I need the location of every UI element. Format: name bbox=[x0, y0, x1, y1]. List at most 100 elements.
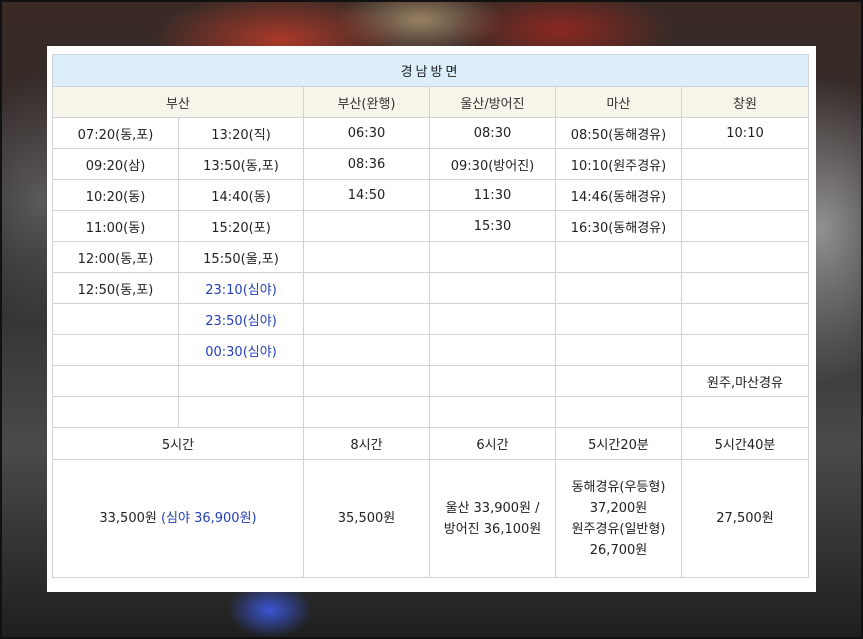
masan-time-cell bbox=[555, 365, 682, 397]
ulsan-time-cell bbox=[429, 365, 556, 397]
masan-fare-standard: 26,700원 bbox=[589, 542, 648, 558]
bus-timetable: 경남방면 부산 부산(완행) 울산/방어진 마산 창원 07:20(동,포) 1… bbox=[52, 54, 809, 578]
masan-time-cell: 10:10(원주경유) bbox=[555, 148, 682, 180]
column-header-row: 부산 부산(완행) 울산/방어진 마산 창원 bbox=[52, 86, 809, 118]
busan-local-time-cell bbox=[303, 334, 430, 366]
schedule-card: 경남방면 부산 부산(완행) 울산/방어진 마산 창원 07:20(동,포) 1… bbox=[47, 46, 816, 592]
changwon-time-cell bbox=[681, 272, 809, 304]
busan-night-time-cell: 23:10(심야) bbox=[178, 272, 304, 304]
ulsan-fare: 울산 33,900원 / bbox=[445, 500, 540, 516]
busan-time-cell: 13:20(직) bbox=[178, 117, 304, 149]
ulsan-time-cell bbox=[429, 334, 556, 366]
changwon-time-cell bbox=[681, 334, 809, 366]
fare-row: 33,500원 (심야 36,900원) 35,500원 울산 33,900원 … bbox=[52, 459, 809, 578]
busan-local-time-cell bbox=[303, 241, 430, 273]
changwon-time-cell bbox=[681, 210, 809, 242]
busan-local-duration: 8시간 bbox=[303, 427, 430, 460]
ulsan-time-cell bbox=[429, 396, 556, 428]
busan-time-cell: 12:00(동,포) bbox=[52, 241, 179, 273]
ulsan-time-cell: 11:30 bbox=[429, 179, 556, 211]
ulsan-fare-cell: 울산 33,900원 / 방어진 36,100원 bbox=[429, 459, 556, 578]
table-row: 09:20(삼) 13:50(동,포) 08:36 09:30(방어진) 10:… bbox=[52, 148, 809, 180]
busan-night-time-cell: 23:50(심야) bbox=[178, 303, 304, 335]
table-row: 11:00(동) 15:20(포) 15:30 16:30(동해경유) bbox=[52, 210, 809, 242]
masan-time-cell: 08:50(동해경유) bbox=[555, 117, 682, 149]
masan-fare-premium: 37,200원 bbox=[589, 500, 648, 516]
ulsan-duration: 6시간 bbox=[429, 427, 556, 460]
busan-fare-cell: 33,500원 (심야 36,900원) bbox=[52, 459, 304, 578]
masan-duration: 5시간20분 bbox=[555, 427, 682, 460]
changwon-time-cell bbox=[681, 396, 809, 428]
changwon-time-cell bbox=[681, 148, 809, 180]
busan-fare: 33,500원 bbox=[99, 511, 157, 526]
changwon-time-cell bbox=[681, 303, 809, 335]
header-busan-local: 부산(완행) bbox=[303, 86, 430, 118]
busan-time-cell bbox=[178, 365, 304, 397]
busan-local-time-cell bbox=[303, 303, 430, 335]
changwon-note-cell: 원주,마산경유 bbox=[681, 365, 809, 397]
bangeojin-fare: 방어진 36,100원 bbox=[443, 521, 542, 537]
masan-fare-cell: 동해경유(우등형) 37,200원 원주경유(일반형) 26,700원 bbox=[555, 459, 682, 578]
masan-time-cell bbox=[555, 272, 682, 304]
busan-local-fare: 35,500원 bbox=[303, 459, 430, 578]
timetable-title: 경남방면 bbox=[52, 54, 809, 87]
busan-local-time-cell: 06:30 bbox=[303, 117, 430, 149]
table-row: 10:20(동) 14:40(동) 14:50 11:30 14:46(동해경유… bbox=[52, 179, 809, 211]
masan-time-cell bbox=[555, 396, 682, 428]
busan-local-time-cell: 08:36 bbox=[303, 148, 430, 180]
busan-night-fare: (심야 36,900원) bbox=[160, 511, 257, 526]
changwon-time-cell: 10:10 bbox=[681, 117, 809, 149]
header-busan: 부산 bbox=[52, 86, 304, 118]
table-row: 원주,마산경유 bbox=[52, 365, 809, 397]
header-ulsan: 울산/방어진 bbox=[429, 86, 556, 118]
busan-night-time-cell: 00:30(심야) bbox=[178, 334, 304, 366]
busan-time-cell: 10:20(동) bbox=[52, 179, 179, 211]
busan-local-time-cell bbox=[303, 396, 430, 428]
masan-fare-label-standard: 원주경유(일반형) bbox=[571, 521, 666, 537]
busan-time-cell: 09:20(삼) bbox=[52, 148, 179, 180]
table-row: 12:50(동,포) 23:10(심야) bbox=[52, 272, 809, 304]
busan-local-time-cell bbox=[303, 365, 430, 397]
busan-time-cell: 07:20(동,포) bbox=[52, 117, 179, 149]
busan-local-time-cell bbox=[303, 272, 430, 304]
busan-time-cell bbox=[178, 396, 304, 428]
table-row: 00:30(심야) bbox=[52, 334, 809, 366]
busan-local-time-cell bbox=[303, 210, 430, 242]
masan-time-cell bbox=[555, 303, 682, 335]
masan-time-cell bbox=[555, 334, 682, 366]
header-masan: 마산 bbox=[555, 86, 682, 118]
masan-time-cell bbox=[555, 241, 682, 273]
changwon-fare: 27,500원 bbox=[681, 459, 809, 578]
ulsan-time-cell: 15:30 bbox=[429, 210, 556, 242]
busan-time-cell: 15:20(포) bbox=[178, 210, 304, 242]
busan-time-cell bbox=[52, 396, 179, 428]
changwon-duration: 5시간40분 bbox=[681, 427, 809, 460]
busan-time-cell bbox=[52, 303, 179, 335]
ulsan-time-cell bbox=[429, 241, 556, 273]
masan-time-cell: 14:46(동해경유) bbox=[555, 179, 682, 211]
header-changwon: 창원 bbox=[681, 86, 809, 118]
table-row: 23:50(심야) bbox=[52, 303, 809, 335]
busan-time-cell: 15:50(울,포) bbox=[178, 241, 304, 273]
masan-time-cell: 16:30(동해경유) bbox=[555, 210, 682, 242]
ulsan-time-cell bbox=[429, 303, 556, 335]
busan-time-cell: 11:00(동) bbox=[52, 210, 179, 242]
busan-local-time-cell: 14:50 bbox=[303, 179, 430, 211]
timetable-title-row: 경남방면 bbox=[52, 54, 809, 87]
ulsan-time-cell: 08:30 bbox=[429, 117, 556, 149]
busan-time-cell bbox=[52, 365, 179, 397]
busan-time-cell: 14:40(동) bbox=[178, 179, 304, 211]
masan-fare-label-premium: 동해경유(우등형) bbox=[571, 479, 666, 495]
changwon-time-cell bbox=[681, 241, 809, 273]
duration-row: 5시간 8시간 6시간 5시간20분 5시간40분 bbox=[52, 427, 809, 460]
busan-time-cell bbox=[52, 334, 179, 366]
table-row: 12:00(동,포) 15:50(울,포) bbox=[52, 241, 809, 273]
ulsan-time-cell: 09:30(방어진) bbox=[429, 148, 556, 180]
ulsan-time-cell bbox=[429, 272, 556, 304]
table-row bbox=[52, 396, 809, 428]
busan-duration: 5시간 bbox=[52, 427, 304, 460]
table-row: 07:20(동,포) 13:20(직) 06:30 08:30 08:50(동해… bbox=[52, 117, 809, 149]
changwon-time-cell bbox=[681, 179, 809, 211]
busan-time-cell: 13:50(동,포) bbox=[178, 148, 304, 180]
busan-time-cell: 12:50(동,포) bbox=[52, 272, 179, 304]
